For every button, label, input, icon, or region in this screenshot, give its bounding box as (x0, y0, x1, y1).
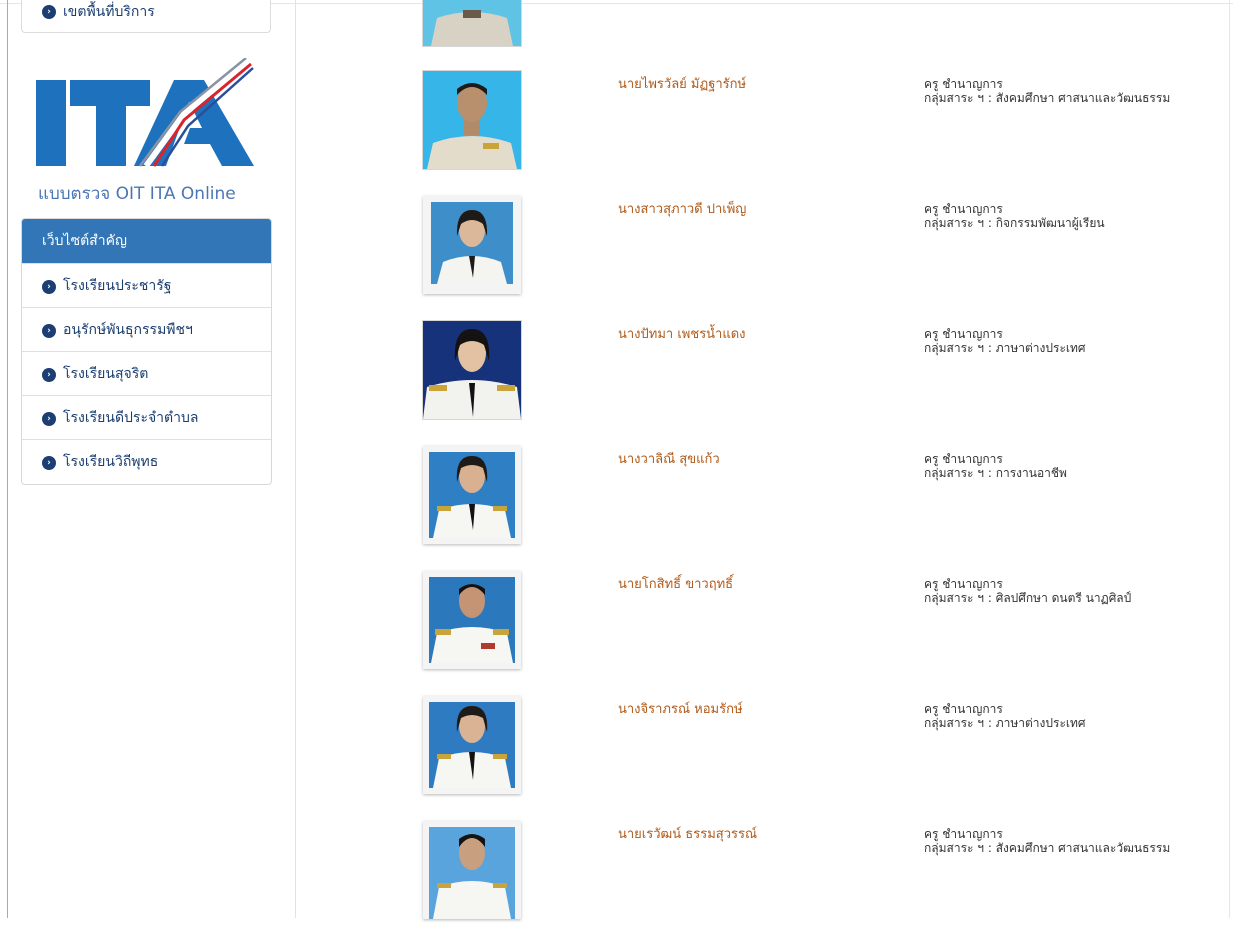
staff-name[interactable]: นายไพรวัลย์ มัฏฐารักษ์ (618, 73, 746, 94)
staff-photo (423, 71, 521, 169)
staff-group: กลุ่มสาระ ฯ : สังคมศึกษา ศาสนาและวัฒนธรร… (924, 841, 1171, 855)
staff-name[interactable]: นางปัทมา เพชรน้ำแดง (618, 323, 746, 344)
staff-photo-partial (423, 0, 521, 46)
staff-row: นายไพรวัลย์ มัฏฐารักษ์ ครู ชำนาญการ กลุ่… (0, 71, 1233, 181)
staff-group: กลุ่มสาระ ฯ : ศิลปศึกษา ดนตรี นาฏศิลป์ (924, 591, 1132, 605)
staff-photo (423, 446, 521, 544)
staff-group: กลุ่มสาระ ฯ : กิจกรรมพัฒนาผู้เรียน (924, 216, 1105, 230)
staff-photo (423, 196, 521, 294)
staff-photo (423, 821, 521, 919)
staff-row: นางจิราภรณ์ หอมรักษ์ ครู ชำนาญการ กลุ่มส… (0, 696, 1233, 806)
chevron-right-icon: › (42, 5, 56, 19)
staff-row: นายเรวัฒน์ ธรรมสุวรรณ์ ครู ชำนาญการ กลุ่… (0, 821, 1233, 931)
staff-name[interactable]: นายโกสิทธิ์ ขาวฤทธิ์ (618, 573, 733, 594)
staff-row: นางสาวสุภาวดี ปาเพ็ญ ครู ชำนาญการ กลุ่มส… (0, 196, 1233, 306)
staff-name[interactable]: นางจิราภรณ์ หอมรักษ์ (618, 698, 743, 719)
staff-row: นายโกสิทธิ์ ขาวฤทธิ์ ครู ชำนาญการ กลุ่มส… (0, 571, 1233, 681)
staff-photo (423, 696, 521, 794)
service-area-box: › เขตพื้นที่บริการ (21, 0, 271, 33)
staff-row: นางปัทมา เพชรน้ำแดง ครู ชำนาญการ กลุ่มสา… (0, 321, 1233, 431)
staff-photo (423, 321, 521, 419)
staff-group: กลุ่มสาระ ฯ : ภาษาต่างประเทศ (924, 716, 1086, 730)
service-area-label: เขตพื้นที่บริการ (63, 4, 155, 20)
staff-photo (423, 571, 521, 669)
staff-row: นางวาลิณี สุขแก้ว ครู ชำนาญการ กลุ่มสาระ… (0, 446, 1233, 556)
service-area-link[interactable]: › เขตพื้นที่บริการ (42, 1, 155, 23)
staff-name[interactable]: นายเรวัฒน์ ธรรมสุวรรณ์ (618, 823, 757, 844)
staff-name[interactable]: นางวาลิณี สุขแก้ว (618, 448, 720, 469)
staff-group: กลุ่มสาระ ฯ : การงานอาชีพ (924, 466, 1067, 480)
staff-group: กลุ่มสาระ ฯ : ภาษาต่างประเทศ (924, 341, 1086, 355)
staff-group: กลุ่มสาระ ฯ : สังคมศึกษา ศาสนาและวัฒนธรร… (924, 91, 1171, 105)
staff-name[interactable]: นางสาวสุภาวดี ปาเพ็ญ (618, 198, 746, 219)
